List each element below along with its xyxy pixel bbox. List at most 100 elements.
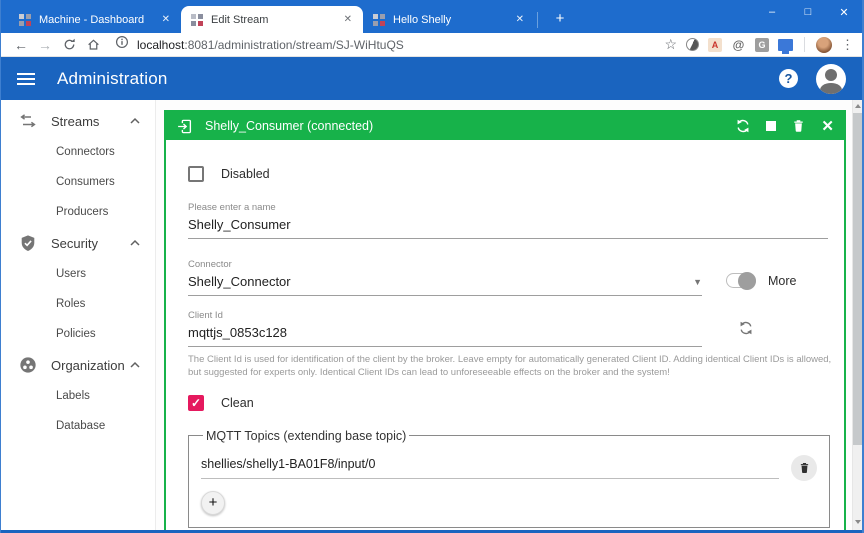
sidebar-item-users[interactable]: Users	[1, 259, 155, 289]
tab-machine-dashboard[interactable]: Machine - Dashboard ✕	[9, 6, 181, 33]
client-id-input[interactable]: mqttjs_0853c128	[188, 321, 702, 347]
name-field: Please enter a name Shelly_Consumer	[188, 202, 828, 239]
menu-hamburger-icon[interactable]	[17, 73, 35, 85]
sidebar-item-producers[interactable]: Producers	[1, 197, 155, 227]
sidebar-item-database[interactable]: Database	[1, 411, 155, 441]
browser-toolbar: ← → localhost:8081/administration/stream…	[1, 33, 862, 57]
site-favicon	[372, 13, 386, 27]
sidebar-item-labels[interactable]: Labels	[1, 381, 155, 411]
tab-title: Edit Stream	[211, 14, 335, 26]
more-toggle[interactable]	[726, 273, 756, 288]
url-host: localhost	[137, 38, 184, 52]
cast-extension-icon[interactable]	[778, 37, 793, 52]
pdf-extension-icon[interactable]: A	[708, 38, 722, 52]
chevron-up-icon	[129, 361, 141, 369]
scrollbar-thumb[interactable]	[853, 113, 862, 445]
browser-menu-icon[interactable]: ⋮	[841, 37, 854, 53]
scroll-up-icon[interactable]	[853, 100, 862, 112]
disabled-checkbox[interactable]	[188, 166, 204, 182]
site-favicon	[18, 13, 32, 27]
streams-icon	[17, 114, 39, 128]
content-area: Streams Connectors Consumers Producers S…	[1, 100, 862, 530]
connector-selected-value: Shelly_Connector	[188, 274, 291, 289]
tab-close-icon[interactable]: ✕	[514, 14, 526, 25]
page-title: Administration	[57, 69, 168, 89]
stream-panel: Shelly_Consumer (connected)	[164, 110, 846, 530]
minimize-button[interactable]: –	[754, 0, 790, 24]
address-bar[interactable]: localhost:8081/administration/stream/SJ-…	[115, 35, 664, 54]
sidebar-section-label: Organization	[51, 358, 129, 373]
sidebar-item-roles[interactable]: Roles	[1, 289, 155, 319]
name-input[interactable]: Shelly_Consumer	[188, 213, 828, 239]
sidebar-section-security[interactable]: Security	[1, 227, 155, 259]
tab-close-icon[interactable]: ✕	[160, 14, 172, 25]
mqtt-topics-legend: MQTT Topics (extending base topic)	[203, 429, 409, 443]
client-id-field: Client Id mqttjs_0853c128	[188, 310, 702, 347]
tab-title: Machine - Dashboard	[39, 14, 153, 26]
sidebar-item-consumers[interactable]: Consumers	[1, 167, 155, 197]
connector-select[interactable]: Shelly_Connector ▼	[188, 270, 702, 296]
stream-input-icon	[176, 118, 193, 135]
sidebar-item-policies[interactable]: Policies	[1, 319, 155, 349]
trash-icon	[798, 461, 811, 475]
close-button[interactable]: ✕	[826, 0, 862, 24]
connector-field: Connector Shelly_Connector ▼	[188, 259, 702, 296]
tab-separator	[537, 12, 538, 28]
tab-hello-shelly[interactable]: Hello Shelly ✕	[363, 6, 535, 33]
chevron-up-icon	[129, 117, 141, 125]
extension-circle-icon[interactable]	[686, 38, 699, 51]
topic-input[interactable]: shellies/shelly1-BA01F8/input/0	[201, 457, 779, 479]
toolbar-extensions: ☆ A @ G ⋮	[664, 36, 854, 53]
page-info-icon[interactable]	[115, 35, 129, 54]
sidebar-section-streams[interactable]: Streams	[1, 105, 155, 137]
sidebar-section-organization[interactable]: Organization	[1, 349, 155, 381]
new-tab-button[interactable]: +	[550, 10, 570, 27]
page-scrollbar[interactable]	[852, 100, 862, 530]
g-extension-icon[interactable]: G	[755, 38, 769, 52]
mqtt-topics-fieldset: MQTT Topics (extending base topic) shell…	[188, 429, 830, 528]
close-panel-icon[interactable]: ✕	[821, 117, 834, 135]
add-topic-button[interactable]: +	[201, 491, 225, 515]
delete-stream-icon[interactable]	[791, 118, 806, 134]
scroll-down-icon[interactable]	[853, 516, 862, 528]
maximize-button[interactable]: □	[790, 0, 826, 24]
sidebar: Streams Connectors Consumers Producers S…	[1, 100, 156, 530]
url-text: localhost:8081/administration/stream/SJ-…	[137, 38, 404, 52]
stream-panel-header: Shelly_Consumer (connected)	[166, 112, 844, 140]
clean-checkbox[interactable]: ✓	[188, 395, 204, 411]
shield-icon	[17, 234, 39, 253]
stream-form: Disabled Please enter a name Shelly_Cons…	[166, 140, 844, 528]
chevron-up-icon	[129, 239, 141, 247]
bookmark-star-icon[interactable]: ☆	[664, 36, 677, 53]
more-toggle-label: More	[768, 274, 796, 288]
disabled-label: Disabled	[221, 167, 270, 181]
stream-title: Shelly_Consumer (connected)	[205, 119, 373, 133]
window-controls: – □ ✕	[754, 0, 862, 24]
sidebar-item-connectors[interactable]: Connectors	[1, 137, 155, 167]
browser-profile-avatar[interactable]	[816, 37, 832, 53]
disabled-checkbox-row[interactable]: Disabled	[188, 166, 828, 182]
user-avatar[interactable]	[816, 64, 846, 94]
toolbar-divider	[804, 37, 805, 52]
sync-icon[interactable]	[735, 118, 751, 134]
chevron-down-icon: ▼	[693, 277, 702, 287]
delete-topic-button[interactable]	[791, 455, 817, 481]
home-icon[interactable]	[81, 38, 105, 51]
regenerate-client-id-icon[interactable]	[738, 320, 754, 341]
stop-icon[interactable]	[766, 121, 776, 131]
clean-checkbox-row[interactable]: ✓ Clean	[188, 395, 828, 411]
url-path: :8081/administration/stream/SJ-WiHtuQS	[184, 38, 403, 52]
name-field-label: Please enter a name	[188, 202, 828, 213]
back-icon[interactable]: ←	[9, 37, 33, 53]
help-icon[interactable]: ?	[779, 69, 798, 88]
app-bar: Administration ?	[1, 57, 862, 100]
tab-edit-stream[interactable]: Edit Stream ✕	[181, 6, 363, 33]
tab-close-icon[interactable]: ✕	[342, 14, 354, 25]
browser-window: Machine - Dashboard ✕ Edit Stream ✕ Hell…	[0, 0, 864, 533]
client-id-help-text: The Client Id is used for identification…	[188, 354, 836, 380]
reload-icon[interactable]	[57, 38, 81, 51]
connector-field-label: Connector	[188, 259, 702, 270]
spiral-extension-icon[interactable]: @	[731, 37, 746, 52]
forward-icon[interactable]: →	[33, 37, 57, 53]
client-id-label: Client Id	[188, 310, 702, 321]
